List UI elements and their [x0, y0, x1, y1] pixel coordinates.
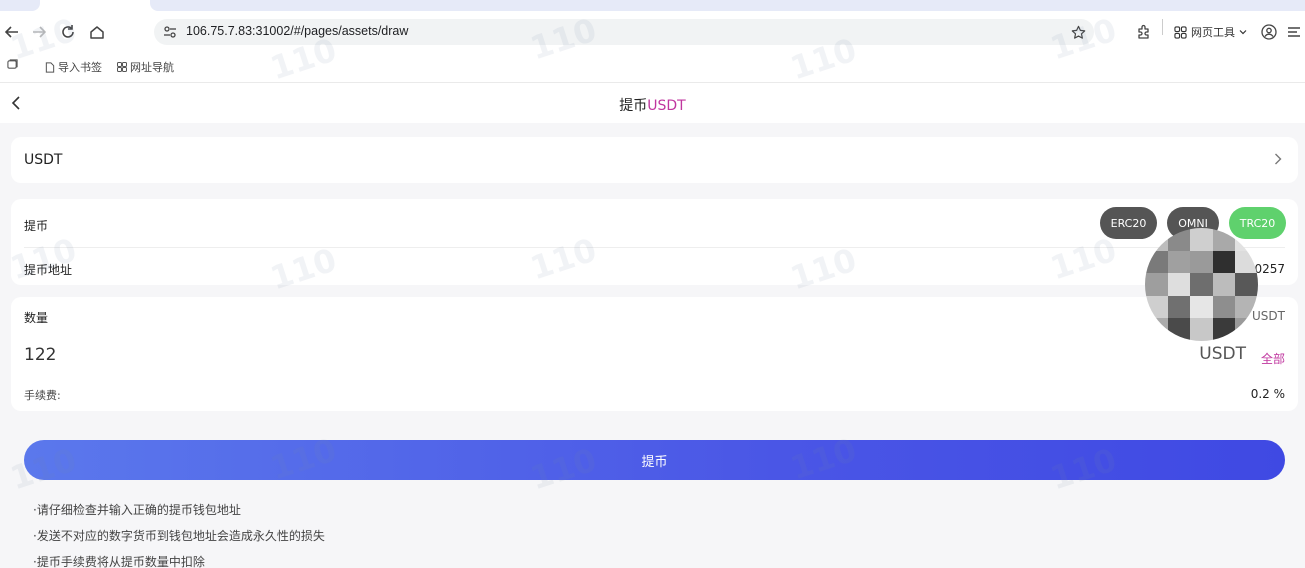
- tab-left-fragment[interactable]: [0, 0, 40, 11]
- chain-option-trc20[interactable]: TRC20: [1229, 207, 1286, 239]
- chain-card: 提币 ERC20 OMNI TRC20 提币地址 0257: [11, 199, 1298, 285]
- grid-icon: [1174, 25, 1187, 39]
- chain-option-erc20[interactable]: ERC20: [1100, 207, 1157, 239]
- menu-lines-icon[interactable]: [1282, 20, 1305, 44]
- chain-divider: [24, 247, 1285, 248]
- url-text[interactable]: 106.75.7.83:31002/#/pages/assets/draw: [186, 24, 408, 38]
- amount-input[interactable]: 122: [24, 345, 56, 365]
- amount-card: 数量 USDT 122 USDT 全部 手续费: 0.2 %: [11, 297, 1298, 411]
- browser-toolbar: 106.75.7.83:31002/#/pages/assets/draw 网页…: [0, 12, 1305, 52]
- chain-label: 提币: [24, 219, 49, 233]
- web-tools-menu[interactable]: 网页工具: [1174, 24, 1247, 40]
- bookmark-navigation[interactable]: 网址导航: [117, 59, 174, 75]
- fee-value: 0.2 %: [1250, 387, 1285, 401]
- withdraw-submit-button[interactable]: 提币: [24, 440, 1285, 480]
- amount-unit: USDT: [1199, 344, 1246, 364]
- bookmark-star-icon[interactable]: [1068, 22, 1088, 42]
- chevron-down-icon: [1239, 30, 1247, 35]
- notes-list: ·请仔细检查并输入正确的提币钱包地址 ·发送不对应的数字货币到钱包地址会造成永久…: [33, 503, 325, 568]
- toolbar-separator: [1162, 19, 1163, 35]
- bookmark-import-label: 导入书签: [58, 61, 102, 74]
- fee-label: 手续费:: [24, 389, 61, 402]
- grid-icon: [117, 62, 127, 72]
- extensions-puzzle-icon[interactable]: [1132, 20, 1156, 44]
- back-arrow-icon[interactable]: [0, 20, 24, 44]
- page-title: 提币USDT: [0, 95, 1305, 115]
- pixelated-redaction: [1145, 228, 1258, 341]
- browser-tab-strip: [0, 0, 1305, 12]
- forward-arrow-icon[interactable]: [27, 20, 51, 44]
- coin-selector[interactable]: USDT: [11, 137, 1298, 183]
- note-item: ·发送不对应的数字货币到钱包地址会造成永久性的损失: [33, 529, 325, 543]
- all-button[interactable]: 全部: [1261, 350, 1285, 367]
- file-icon: [45, 61, 55, 73]
- active-tab-fragment[interactable]: [150, 0, 1305, 11]
- amount-label: 数量: [24, 311, 49, 325]
- page-title-coin: USDT: [647, 98, 686, 114]
- web-tools-label: 网页工具: [1191, 26, 1235, 39]
- address-label: 提币地址: [24, 263, 73, 277]
- home-icon[interactable]: [85, 20, 109, 44]
- bookmarks-bar: 导入书签 网址导航: [0, 55, 1305, 79]
- withdraw-page: 提币USDT USDT 提币 ERC20 OMNI TRC20 提币地址 025…: [0, 82, 1305, 568]
- bookmark-import[interactable]: 导入书签: [45, 59, 102, 75]
- tab-groups-icon[interactable]: [7, 59, 18, 70]
- profile-avatar-icon[interactable]: [1257, 20, 1281, 44]
- note-item: ·请仔细检查并输入正确的提币钱包地址: [33, 503, 241, 517]
- address-bar[interactable]: 106.75.7.83:31002/#/pages/assets/draw: [154, 19, 1094, 45]
- coin-selector-label: USDT: [24, 152, 63, 168]
- page-title-prefix: 提币: [619, 98, 648, 114]
- address-input[interactable]: 0257: [1254, 262, 1285, 276]
- chevron-right-icon: [1272, 151, 1284, 167]
- reload-icon[interactable]: [56, 20, 80, 44]
- page-navbar: 提币USDT: [0, 83, 1305, 123]
- note-item: ·提币手续费将从提币数量中扣除: [33, 555, 205, 568]
- available-unit: USDT: [1252, 309, 1285, 323]
- site-settings-icon[interactable]: [160, 22, 180, 42]
- bookmark-navigation-label: 网址导航: [130, 61, 174, 74]
